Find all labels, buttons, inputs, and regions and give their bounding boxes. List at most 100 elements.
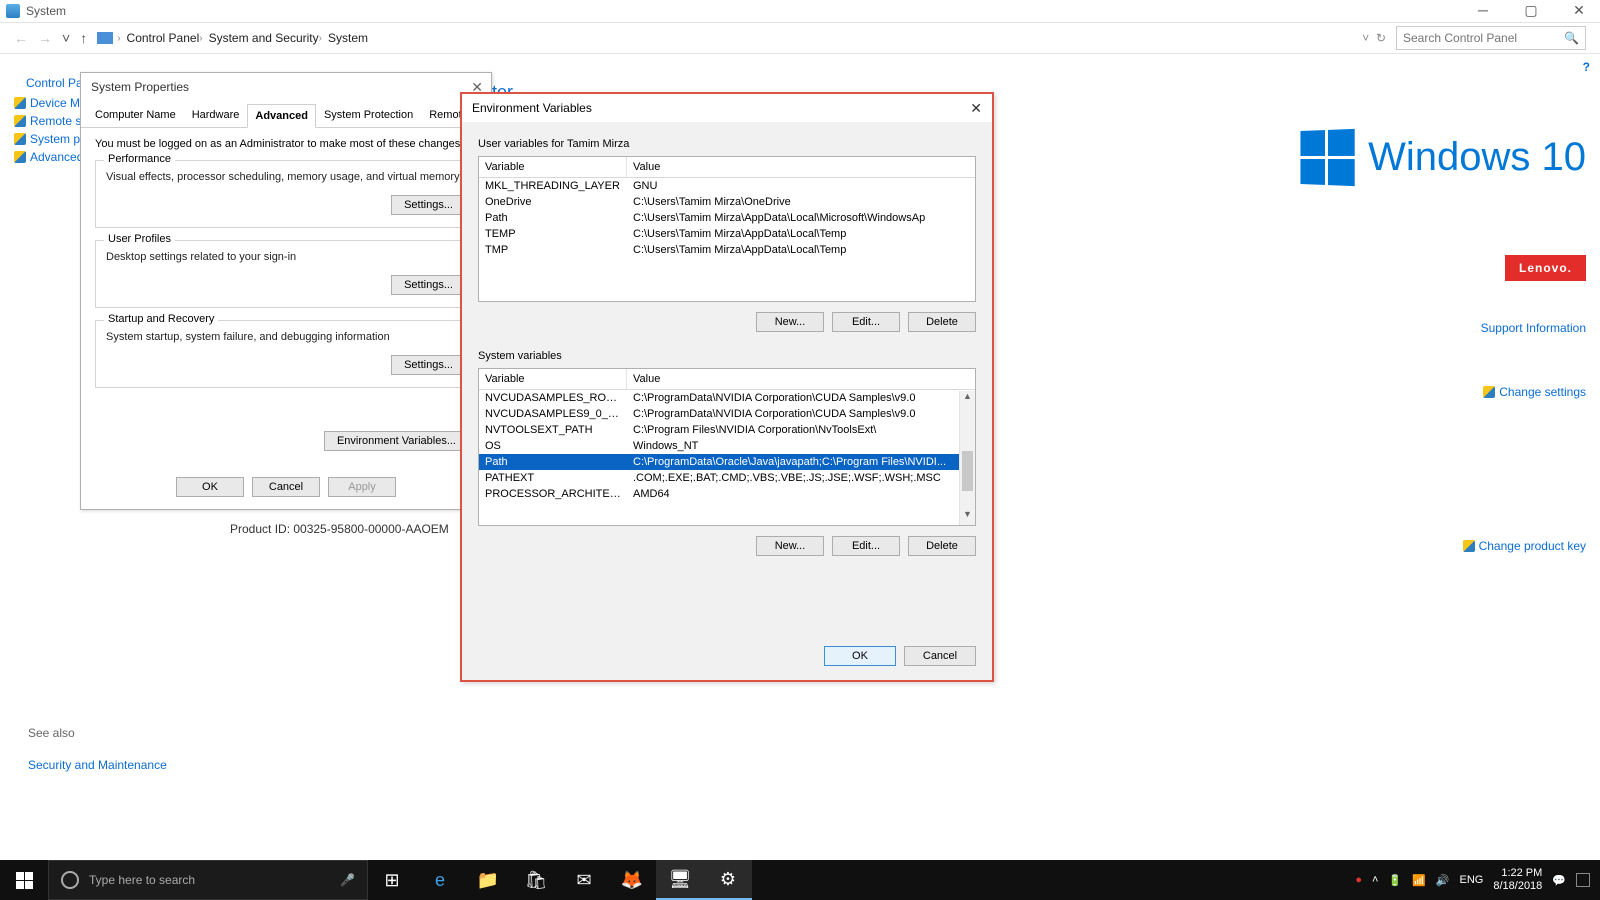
notifications-icon[interactable]: 💬 [1552, 874, 1566, 887]
security-maintenance-link[interactable]: Security and Maintenance [28, 758, 167, 772]
scroll-thumb[interactable] [962, 451, 973, 491]
crumb-system[interactable]: System [328, 31, 368, 45]
wifi-icon[interactable]: 📶 [1412, 874, 1426, 887]
scroll-down-icon[interactable]: ▼ [960, 509, 975, 525]
user-new-button[interactable]: New... [756, 312, 824, 332]
up-button[interactable]: ↑ [80, 30, 87, 46]
tray-app-icon[interactable]: ● [1355, 874, 1362, 886]
support-info-link[interactable]: Support Information [1299, 321, 1586, 335]
col-variable[interactable]: Variable [479, 157, 627, 177]
show-desktop-button[interactable] [1576, 873, 1590, 887]
close-button[interactable]: ✕ [1564, 2, 1594, 19]
window-title: System [26, 4, 66, 18]
breadcrumb-dropdown[interactable]: ˅ ↻ [1362, 31, 1386, 45]
control-panel-taskbar-icon[interactable]: 🖥 [656, 860, 704, 900]
taskbar-search[interactable]: Type here to search 🎤 [48, 860, 368, 900]
battery-icon[interactable]: 🔋 [1388, 874, 1402, 887]
crumb-system-security[interactable]: System and Security [209, 31, 319, 45]
user-variables-list[interactable]: Variable Value MKL_THREADING_LAYERGNUOne… [478, 156, 976, 302]
change-settings-link[interactable]: Change settings [1299, 385, 1586, 399]
mic-icon[interactable]: 🎤 [340, 873, 355, 887]
search-input[interactable] [1403, 31, 1564, 45]
minimize-button[interactable]: ─ [1468, 2, 1498, 19]
list-item[interactable]: NVCUDASAMPLES_ROOTC:\ProgramData\NVIDIA … [479, 390, 975, 406]
profiles-legend: User Profiles [104, 233, 175, 245]
cortana-icon [61, 871, 79, 889]
system-new-button[interactable]: New... [756, 536, 824, 556]
app-taskbar-icon[interactable]: ⚙ [704, 860, 752, 900]
system-variables-list[interactable]: Variable Value NVCUDASAMPLES_ROOTC:\Prog… [478, 368, 976, 526]
system-icon [6, 4, 20, 18]
recent-button[interactable]: ˅ [62, 30, 70, 46]
dialog-title: Environment Variables [472, 101, 592, 115]
volume-icon[interactable]: 🔊 [1436, 874, 1450, 887]
search-icon[interactable]: 🔍 [1564, 31, 1579, 45]
see-also: See also Security and Maintenance [28, 726, 167, 772]
system-variables-label: System variables [478, 350, 976, 362]
task-view-button[interactable]: ⊞ [368, 860, 416, 900]
close-icon[interactable]: ✕ [970, 100, 982, 117]
cancel-button[interactable]: Cancel [904, 646, 976, 666]
shield-icon [1463, 540, 1475, 552]
startup-desc: System startup, system failure, and debu… [106, 331, 466, 343]
tab-advanced[interactable]: Advanced [247, 104, 316, 128]
apply-button[interactable]: Apply [328, 477, 396, 497]
tab-system-protection[interactable]: System Protection [316, 103, 421, 127]
list-item[interactable]: PROCESSOR_ARCHITECTUAMD64 [479, 486, 975, 502]
list-item[interactable]: NVCUDASAMPLES9_0_ROC:\ProgramData\NVIDIA… [479, 406, 975, 422]
language-indicator[interactable]: ENG [1460, 874, 1484, 886]
forward-button[interactable]: → [38, 30, 52, 46]
tab-computer-name[interactable]: Computer Name [87, 103, 184, 127]
profiles-settings-button[interactable]: Settings... [391, 275, 466, 295]
user-edit-button[interactable]: Edit... [832, 312, 900, 332]
list-item[interactable]: TEMPC:\Users\Tamim Mirza\AppData\Local\T… [479, 226, 975, 242]
performance-settings-button[interactable]: Settings... [391, 195, 466, 215]
back-button[interactable]: ← [14, 30, 28, 46]
list-item[interactable]: TMPC:\Users\Tamim Mirza\AppData\Local\Te… [479, 242, 975, 258]
list-item[interactable]: OSWindows_NT [479, 438, 975, 454]
list-item[interactable]: PathC:\ProgramData\Oracle\Java\javapath;… [479, 454, 975, 470]
edge-icon[interactable]: e [416, 860, 464, 900]
col-variable[interactable]: Variable [479, 369, 627, 389]
firefox-icon[interactable]: 🦊 [608, 860, 656, 900]
shield-icon [14, 151, 26, 163]
list-item[interactable]: PATHEXT.COM;.EXE;.BAT;.CMD;.VBS;.VBE;.JS… [479, 470, 975, 486]
list-item[interactable]: PathC:\Users\Tamim Mirza\AppData\Local\M… [479, 210, 975, 226]
ok-button[interactable]: OK [176, 477, 244, 497]
system-tray[interactable]: ● ˄ 🔋 📶 🔊 ENG 1:22 PM 8/18/2018 💬 [1355, 867, 1600, 893]
cancel-button[interactable]: Cancel [252, 477, 320, 497]
list-item[interactable]: NVTOOLSEXT_PATHC:\Program Files\NVIDIA C… [479, 422, 975, 438]
start-button[interactable] [0, 860, 48, 900]
ok-button[interactable]: OK [824, 646, 896, 666]
tray-overflow-icon[interactable]: ˄ [1372, 874, 1378, 886]
oem-logo: Lenovo. [1505, 255, 1586, 281]
store-icon[interactable]: 🛍 [512, 860, 560, 900]
mail-icon[interactable]: ✉ [560, 860, 608, 900]
crumb-control-panel[interactable]: Control Panel [127, 31, 200, 45]
change-product-key-link[interactable]: Change product key [1299, 539, 1586, 553]
maximize-button[interactable]: ▢ [1516, 2, 1546, 19]
col-value[interactable]: Value [627, 369, 975, 389]
search-box[interactable]: 🔍 [1396, 26, 1586, 50]
system-edit-button[interactable]: Edit... [832, 536, 900, 556]
time: 1:22 PM [1493, 867, 1542, 880]
system-delete-button[interactable]: Delete [908, 536, 976, 556]
dialog-title: System Properties [91, 80, 189, 94]
breadcrumb[interactable]: ›Control Panel ›System and Security ›Sys… [97, 31, 1386, 45]
list-item[interactable]: MKL_THREADING_LAYERGNU [479, 178, 975, 194]
performance-legend: Performance [104, 153, 175, 165]
scrollbar[interactable]: ▲ ▼ [959, 391, 975, 525]
list-item[interactable]: OneDriveC:\Users\Tamim Mirza\OneDrive [479, 194, 975, 210]
clock[interactable]: 1:22 PM 8/18/2018 [1493, 867, 1542, 893]
user-delete-button[interactable]: Delete [908, 312, 976, 332]
environment-variables-button[interactable]: Environment Variables... [324, 431, 469, 451]
shield-icon [14, 115, 26, 127]
col-value[interactable]: Value [627, 157, 975, 177]
scroll-up-icon[interactable]: ▲ [960, 391, 975, 407]
tab-hardware[interactable]: Hardware [184, 103, 248, 127]
shield-icon [1483, 386, 1495, 398]
help-icon[interactable]: ? [1583, 60, 1590, 74]
search-placeholder: Type here to search [89, 873, 195, 887]
startup-settings-button[interactable]: Settings... [391, 355, 466, 375]
file-explorer-icon[interactable]: 📁 [464, 860, 512, 900]
